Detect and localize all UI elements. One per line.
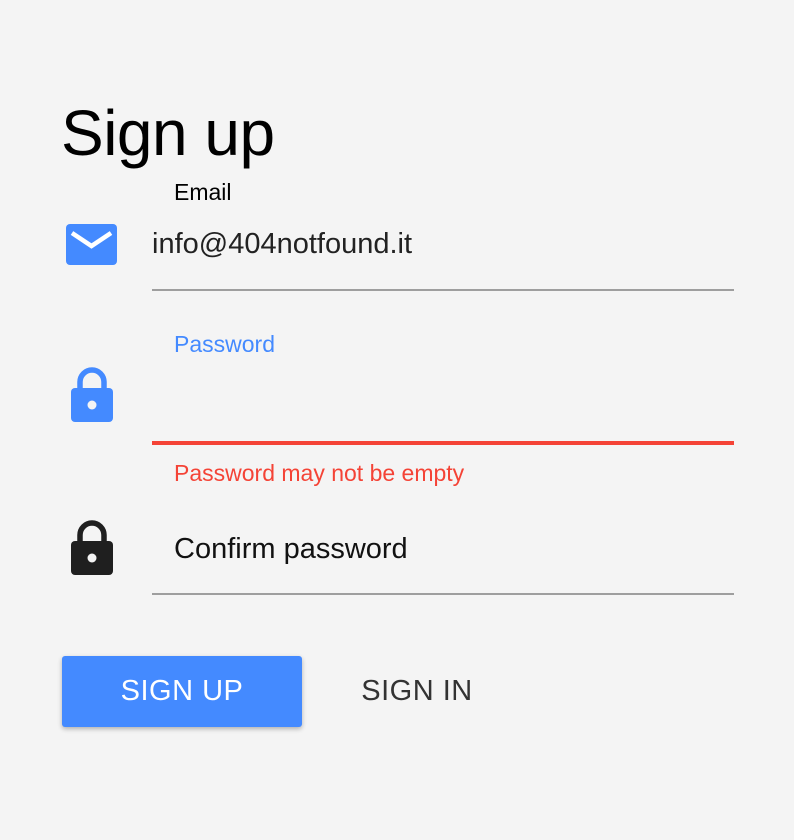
sign-up-button[interactable]: SIGN UP	[62, 656, 302, 727]
password-input[interactable]	[152, 380, 734, 430]
lock-icon	[71, 367, 113, 422]
lock-icon	[71, 520, 113, 575]
sign-in-button[interactable]: SIGN IN	[327, 656, 507, 727]
email-underline	[152, 289, 734, 291]
password-underline	[152, 441, 734, 445]
email-input[interactable]	[152, 219, 734, 269]
confirm-password-underline	[152, 593, 734, 595]
password-label: Password	[174, 331, 275, 357]
mail-icon	[66, 224, 117, 265]
password-error-message: Password may not be empty	[174, 460, 465, 486]
email-label: Email	[174, 179, 232, 205]
page-title: Sign up	[61, 97, 275, 169]
confirm-password-input[interactable]	[152, 524, 734, 574]
